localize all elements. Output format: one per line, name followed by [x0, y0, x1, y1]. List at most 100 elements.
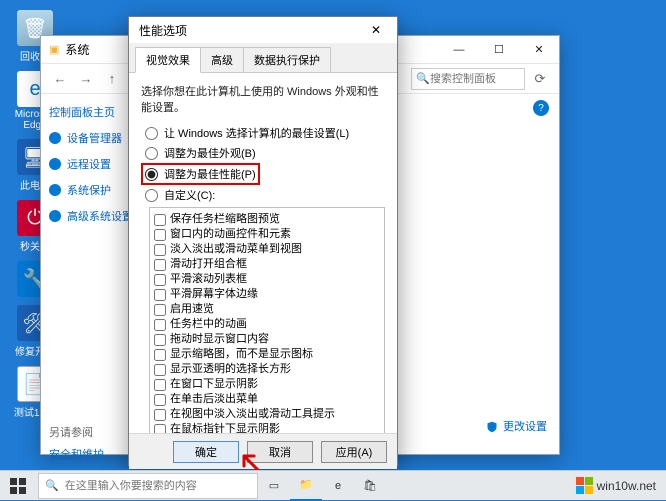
watermark-logo-icon	[576, 477, 593, 494]
help-icon[interactable]: ?	[533, 100, 549, 116]
check-item[interactable]: 拖动时显示窗口内容	[152, 332, 382, 347]
change-settings-label: 更改设置	[503, 421, 547, 433]
change-settings-link[interactable]: 更改设置	[486, 418, 547, 434]
radio-label: 自定义(C):	[164, 187, 215, 203]
checkbox[interactable]	[154, 214, 166, 226]
dialog-tabs: 视觉效果 高级 数据执行保护	[129, 43, 397, 73]
windows-logo-icon	[10, 478, 26, 494]
radio-label: 调整为最佳外观(B)	[164, 145, 256, 161]
sidebar-item-label: 高级系统设置	[67, 208, 133, 224]
check-item[interactable]: 启用速览	[152, 302, 382, 317]
check-item[interactable]: 平滑屏幕字体边缘	[152, 287, 382, 302]
check-item[interactable]: 滑动打开组合框	[152, 257, 382, 272]
check-item[interactable]: 显示亚透明的选择长方形	[152, 362, 382, 377]
check-item[interactable]: 显示缩略图，而不是显示图标	[152, 347, 382, 362]
radio-input[interactable]	[145, 168, 158, 181]
ok-button[interactable]: 确定	[173, 441, 239, 463]
check-label: 启用速览	[170, 302, 214, 317]
check-label: 拖动时显示窗口内容	[170, 332, 269, 347]
check-label: 在窗口下显示阴影	[170, 377, 258, 392]
dialog-titlebar[interactable]: 性能选项 ✕	[129, 17, 397, 43]
nav-back-button[interactable]: ←	[49, 68, 71, 90]
checkbox[interactable]	[154, 379, 166, 391]
checkbox[interactable]	[154, 364, 166, 376]
sidebar-item-label: 设备管理器	[67, 130, 122, 146]
effects-checklist[interactable]: 保存任务栏缩略图预览 窗口内的动画控件和元素 淡入淡出或滑动菜单到视图 滑动打开…	[149, 207, 385, 433]
check-label: 窗口内的动画控件和元素	[170, 227, 291, 242]
checkbox[interactable]	[154, 274, 166, 286]
check-item[interactable]: 任务栏中的动画	[152, 317, 382, 332]
radio-custom[interactable]: 自定义(C):	[145, 187, 385, 203]
refresh-button[interactable]: ⟳	[529, 68, 551, 90]
checkbox[interactable]	[154, 394, 166, 406]
check-label: 滑动打开组合框	[170, 257, 247, 272]
minimize-button[interactable]: —	[439, 36, 479, 64]
search-input[interactable]	[430, 73, 520, 85]
taskbar: 🔍 ▭ 📁 e 🛍 win10w.net	[0, 470, 666, 500]
checkbox[interactable]	[154, 424, 166, 434]
shield-icon	[486, 421, 498, 433]
checkbox[interactable]	[154, 349, 166, 361]
watermark-text: win10w.net	[597, 479, 656, 493]
checkbox[interactable]	[154, 229, 166, 241]
taskbar-app-explorer[interactable]: 📁	[290, 471, 322, 501]
check-item[interactable]: 窗口内的动画控件和元素	[152, 227, 382, 242]
control-panel-search[interactable]: 🔍	[411, 68, 525, 90]
shield-icon	[49, 184, 61, 196]
check-label: 平滑滚动列表框	[170, 272, 247, 287]
taskbar-app-edge[interactable]: e	[322, 471, 354, 501]
radio-input[interactable]	[145, 147, 158, 160]
radio-let-windows-choose[interactable]: 让 Windows 选择计算机的最佳设置(L)	[145, 125, 385, 141]
check-label: 平滑屏幕字体边缘	[170, 287, 258, 302]
performance-options-dialog: 性能选项 ✕ 视觉效果 高级 数据执行保护 选择你想在此计算机上使用的 Wind…	[128, 16, 398, 466]
search-icon: 🔍	[45, 479, 59, 492]
task-view-button[interactable]: ▭	[258, 471, 290, 501]
check-item[interactable]: 在窗口下显示阴影	[152, 377, 382, 392]
check-item[interactable]: 在视图中淡入淡出或滑动工具提示	[152, 407, 382, 422]
nav-forward-button[interactable]: →	[75, 68, 97, 90]
nav-up-button[interactable]: ↑	[101, 68, 123, 90]
radio-label: 调整为最佳性能(P)	[164, 166, 256, 182]
check-label: 任务栏中的动画	[170, 317, 247, 332]
check-label: 显示亚透明的选择长方形	[170, 362, 291, 377]
check-item[interactable]: 在单击后淡出菜单	[152, 392, 382, 407]
dialog-intro: 选择你想在此计算机上使用的 Windows 外观和性能设置。	[141, 83, 385, 115]
sidebar-item-label: 系统保护	[67, 182, 111, 198]
check-item[interactable]: 保存任务栏缩略图预览	[152, 212, 382, 227]
radio-input[interactable]	[145, 127, 158, 140]
checkbox[interactable]	[154, 334, 166, 346]
tab-dep[interactable]: 数据执行保护	[243, 47, 331, 72]
folder-icon: ▣	[49, 43, 59, 56]
shield-icon	[49, 158, 61, 170]
checkbox[interactable]	[154, 319, 166, 331]
sidebar-item-label: 远程设置	[67, 156, 111, 172]
radio-best-performance[interactable]: 调整为最佳性能(P)	[143, 165, 258, 183]
checkbox[interactable]	[154, 244, 166, 256]
cancel-button[interactable]: 取消	[247, 441, 313, 463]
shield-icon	[49, 210, 61, 222]
check-label: 显示缩略图，而不是显示图标	[170, 347, 313, 362]
tab-visual-effects[interactable]: 视觉效果	[135, 47, 201, 73]
check-item[interactable]: 淡入淡出或滑动菜单到视图	[152, 242, 382, 257]
taskbar-search[interactable]: 🔍	[38, 473, 258, 499]
radio-input[interactable]	[145, 189, 158, 202]
apply-button[interactable]: 应用(A)	[321, 441, 387, 463]
checkbox[interactable]	[154, 304, 166, 316]
maximize-button[interactable]: ☐	[479, 36, 519, 64]
checkbox[interactable]	[154, 289, 166, 301]
checkbox[interactable]	[154, 409, 166, 421]
watermark: win10w.net	[576, 477, 656, 494]
checkbox[interactable]	[154, 259, 166, 271]
radio-best-appearance[interactable]: 调整为最佳外观(B)	[145, 145, 385, 161]
tab-advanced[interactable]: 高级	[200, 47, 244, 72]
taskbar-app-store[interactable]: 🛍	[354, 471, 386, 501]
dialog-close-button[interactable]: ✕	[361, 18, 391, 42]
check-label: 在单击后淡出菜单	[170, 392, 258, 407]
taskbar-search-input[interactable]	[65, 480, 251, 492]
check-item[interactable]: 平滑滚动列表框	[152, 272, 382, 287]
shield-icon	[49, 132, 61, 144]
close-button[interactable]: ✕	[519, 36, 559, 64]
check-item[interactable]: 在鼠标指针下显示阴影	[152, 422, 382, 433]
check-label: 在鼠标指针下显示阴影	[170, 422, 280, 433]
start-button[interactable]	[0, 471, 36, 501]
